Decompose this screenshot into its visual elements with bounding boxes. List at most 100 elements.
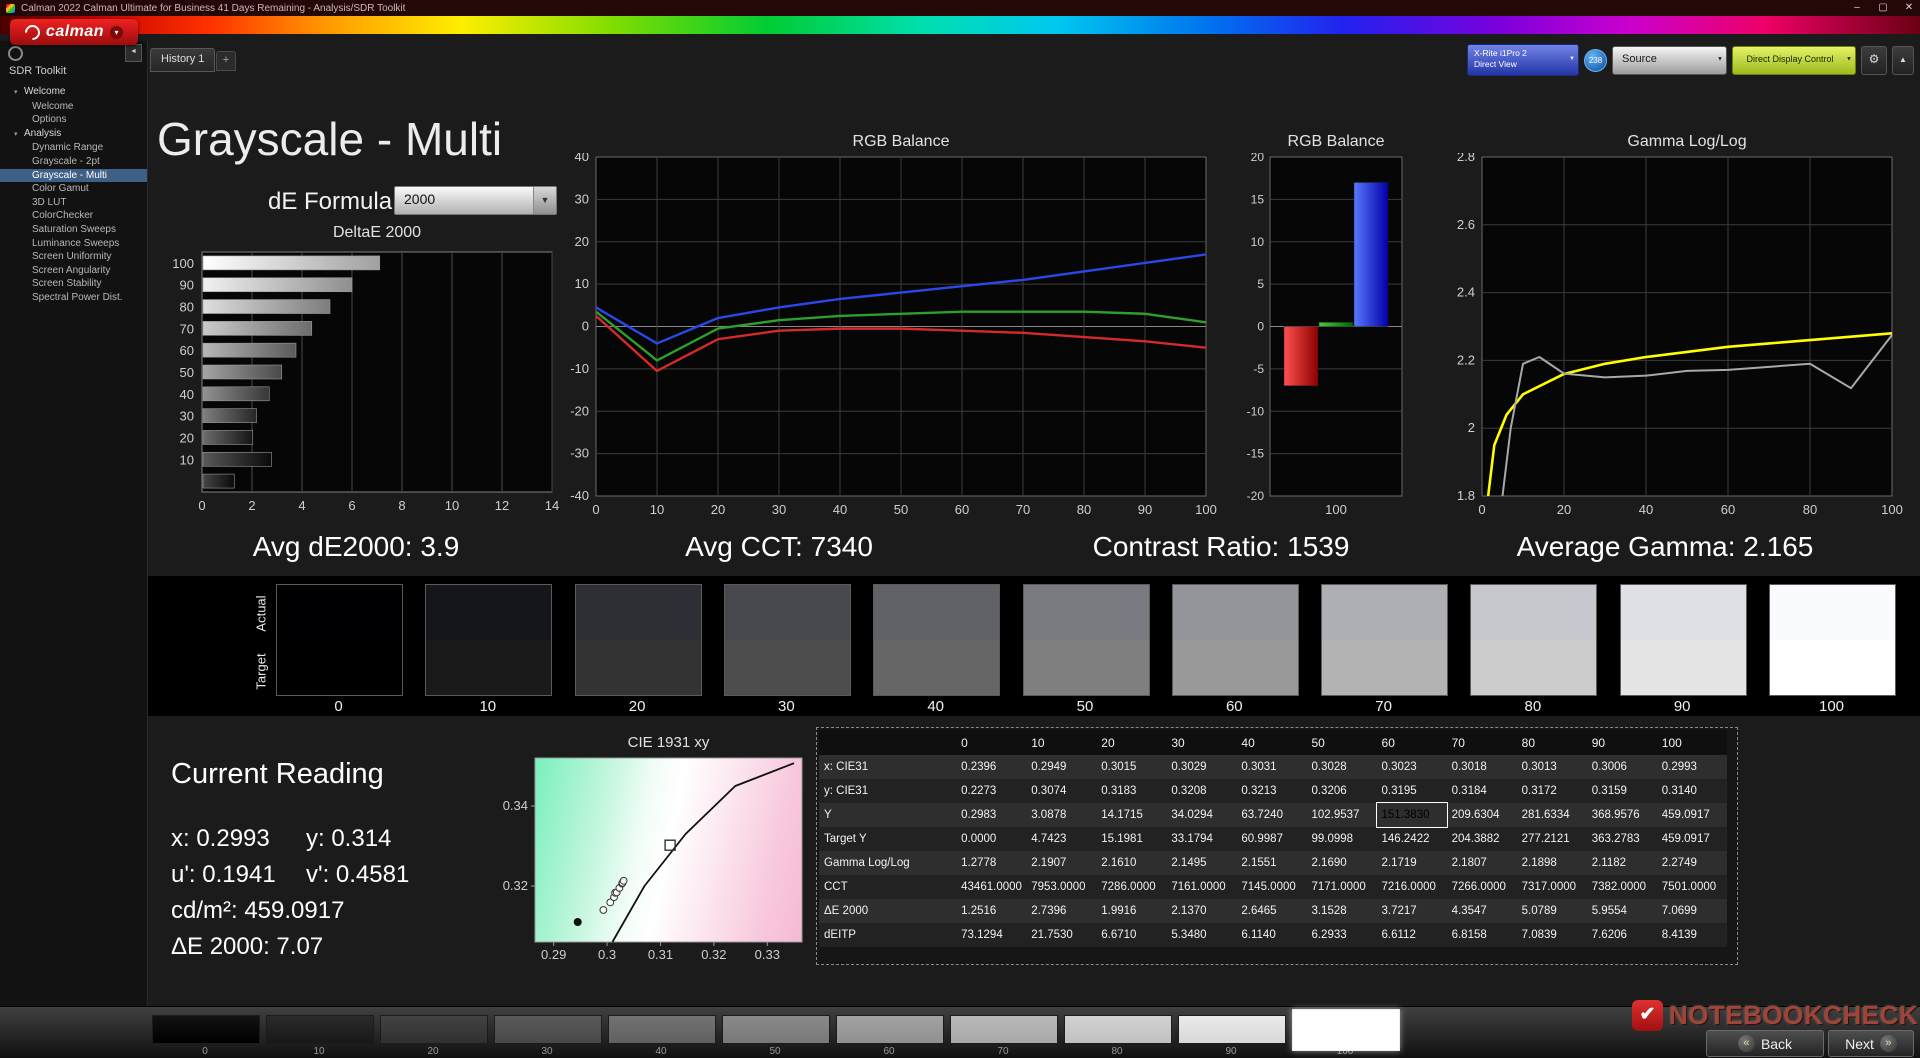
table-cell[interactable]: 7317.0000 [1516,875,1587,899]
table-cell[interactable]: 1.9916 [1096,899,1167,923]
table-cell[interactable]: 0.3006 [1586,755,1657,779]
tab-history-1[interactable]: History 1 [150,48,216,72]
table-cell[interactable]: 7953.0000 [1026,875,1097,899]
table-cell[interactable]: 2.1719 [1376,851,1447,875]
add-tab-button[interactable]: + [216,51,236,71]
sidebar-item-saturation-sweeps[interactable]: Saturation Sweeps [0,223,147,237]
sidebar-item-dynamic-range[interactable]: Dynamic Range [0,141,147,155]
table-col-header-100[interactable]: 100 [1656,730,1727,755]
table-cell[interactable]: 15.1981 [1096,827,1167,851]
sidebar-collapse-button[interactable]: ◄ [125,44,142,62]
table-cell[interactable]: 5.9554 [1586,899,1657,923]
table-cell[interactable]: 0.3208 [1166,779,1237,803]
table-cell[interactable]: 7286.0000 [1096,875,1167,899]
table-col-header-70[interactable]: 70 [1446,730,1517,755]
pattern-patch-50[interactable] [722,1015,830,1044]
table-cell[interactable]: 0.2396 [956,755,1027,779]
pattern-patch-90[interactable] [1178,1015,1286,1044]
table-cell[interactable]: 2.1551 [1236,851,1307,875]
tree-expander-icon[interactable]: ▾ [14,128,24,142]
table-col-header-60[interactable]: 60 [1376,730,1447,755]
table-cell[interactable]: 368.9576 [1586,803,1657,827]
table-cell[interactable]: 73.1294 [956,923,1027,947]
settings-button[interactable]: ⚙ [1861,45,1887,75]
table-cell[interactable]: 0.3159 [1586,779,1657,803]
calman-menu-button[interactable]: calman ▾ [10,19,138,45]
table-cell[interactable]: 7.0839 [1516,923,1587,947]
table-cell-highlighted[interactable]: 151.3830 [1375,802,1448,828]
table-cell[interactable]: 63.7240 [1236,803,1307,827]
table-cell[interactable]: 1.2778 [956,851,1027,875]
display-control-button[interactable]: Direct Display Control ▼ [1732,45,1856,75]
sidebar-item-grayscale-multi[interactable]: Grayscale - Multi [0,168,147,183]
next-button[interactable]: Next » [1828,1030,1914,1057]
table-cell[interactable]: 21.7530 [1026,923,1097,947]
table-cell[interactable]: 60.9987 [1236,827,1307,851]
sidebar-item-welcome[interactable]: ▾ Welcome [0,85,147,100]
table-col-header-20[interactable]: 20 [1096,730,1167,755]
sidebar-item-analysis[interactable]: ▾ Analysis [0,127,147,142]
table-cell[interactable]: 281.6334 [1516,803,1587,827]
table-cell[interactable]: 3.0878 [1026,803,1097,827]
table-cell[interactable]: 0.3213 [1236,779,1307,803]
table-cell[interactable]: 0.3206 [1306,779,1377,803]
table-cell[interactable]: 2.1807 [1446,851,1517,875]
close-button[interactable]: ✕ [1896,0,1920,16]
table-cell[interactable]: 2.1182 [1586,851,1657,875]
sidebar-item-screen-angularity[interactable]: Screen Angularity [0,264,147,278]
table-cell[interactable]: 3.7217 [1376,899,1447,923]
tree-expander-icon[interactable]: ▾ [14,86,24,100]
sidebar-item-screen-uniformity[interactable]: Screen Uniformity [0,250,147,264]
table-cell[interactable]: 2.1495 [1166,851,1237,875]
table-cell[interactable]: 0.2949 [1026,755,1097,779]
table-cell[interactable]: 2.7396 [1026,899,1097,923]
table-cell[interactable]: 2.1370 [1166,899,1237,923]
table-col-header-30[interactable]: 30 [1166,730,1237,755]
pattern-patch-60[interactable] [836,1015,944,1044]
table-cell[interactable]: 2.1690 [1306,851,1377,875]
sidebar-item-grayscale-2pt[interactable]: Grayscale - 2pt [0,155,147,169]
table-cell[interactable]: 0.2273 [956,779,1027,803]
sidebar-item-color-gamut[interactable]: Color Gamut [0,182,147,196]
table-col-header-50[interactable]: 50 [1306,730,1377,755]
table-cell[interactable]: 7382.0000 [1586,875,1657,899]
table-cell[interactable]: 0.3029 [1166,755,1237,779]
pattern-patch-30[interactable] [494,1015,602,1044]
table-cell[interactable]: 459.0917 [1656,827,1727,851]
table-cell[interactable]: 2.6465 [1236,899,1307,923]
table-cell[interactable]: 8.4139 [1656,923,1727,947]
sidebar-item-colorchecker[interactable]: ColorChecker [0,209,147,223]
table-cell[interactable]: 209.6304 [1446,803,1517,827]
table-cell[interactable]: 7501.0000 [1656,875,1727,899]
pattern-patch-0[interactable] [152,1015,260,1044]
table-cell[interactable]: 6.6710 [1096,923,1167,947]
table-cell[interactable]: 146.2422 [1376,827,1447,851]
table-cell[interactable]: 4.7423 [1026,827,1097,851]
table-cell[interactable]: 3.1528 [1306,899,1377,923]
table-cell[interactable]: 0.3183 [1096,779,1167,803]
pattern-patch-20[interactable] [380,1015,488,1044]
table-cell[interactable]: 0.3074 [1026,779,1097,803]
table-cell[interactable]: 0.3184 [1446,779,1517,803]
table-col-header-10[interactable]: 10 [1026,730,1097,755]
maximize-button[interactable]: ▢ [1870,0,1896,16]
table-cell[interactable]: 99.0998 [1306,827,1377,851]
table-cell[interactable]: 0.3140 [1656,779,1727,803]
back-button[interactable]: « Back [1706,1030,1824,1057]
table-cell[interactable]: 6.1140 [1236,923,1307,947]
table-cell[interactable]: 0.3015 [1096,755,1167,779]
table-cell[interactable]: 2.1610 [1096,851,1167,875]
table-col-header-80[interactable]: 80 [1516,730,1587,755]
table-cell[interactable]: 0.3031 [1236,755,1307,779]
pattern-patch-40[interactable] [608,1015,716,1044]
table-cell[interactable]: 34.0294 [1166,803,1237,827]
table-cell[interactable]: 102.9537 [1306,803,1377,827]
table-cell[interactable]: 2.1907 [1026,851,1097,875]
table-cell[interactable]: 5.3480 [1166,923,1237,947]
sidebar-item-luminance-sweeps[interactable]: Luminance Sweeps [0,237,147,251]
table-cell[interactable]: 1.2516 [956,899,1027,923]
table-cell[interactable]: 5.0789 [1516,899,1587,923]
sidebar-item-welcome[interactable]: Welcome [0,100,147,114]
table-cell[interactable]: 6.8158 [1446,923,1517,947]
table-cell[interactable]: 7161.0000 [1166,875,1237,899]
